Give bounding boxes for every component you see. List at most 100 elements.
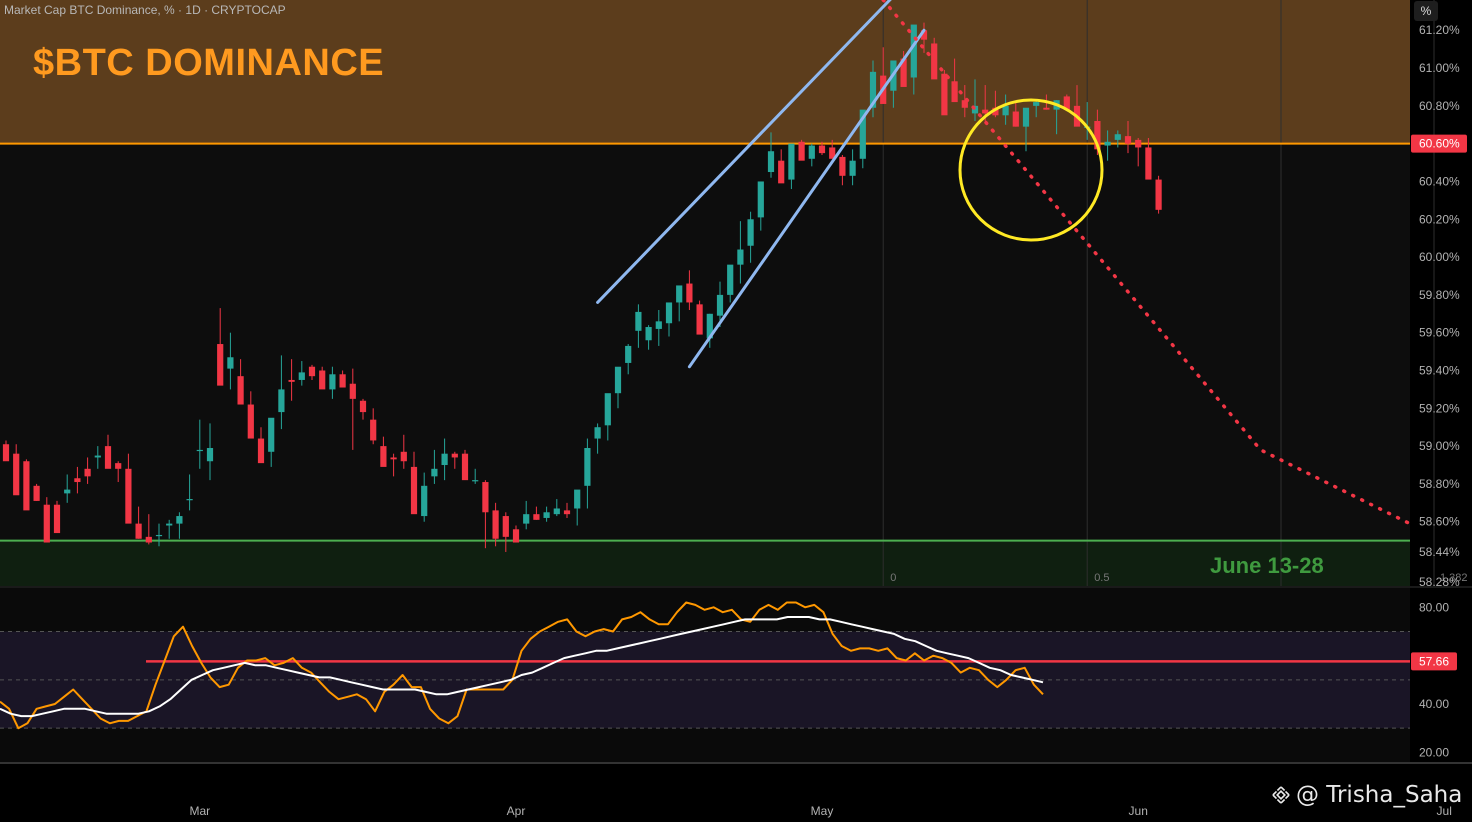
candle-body: [155, 534, 163, 537]
candle-body: [482, 482, 489, 513]
candle-body: [431, 468, 438, 477]
candle-body: [645, 327, 652, 341]
price-tick-label: 61.00%: [1419, 61, 1460, 75]
candle-body: [1012, 111, 1019, 127]
candle-body: [910, 24, 917, 78]
x-axis-label: May: [811, 804, 834, 818]
candle-body: [84, 468, 91, 477]
candle-body: [13, 453, 20, 496]
price-tick-label: 59.40%: [1419, 364, 1460, 378]
candle-body: [727, 264, 734, 295]
candle-body: [839, 156, 846, 176]
percent-scale-button[interactable]: %: [1414, 1, 1438, 21]
candle-body: [716, 294, 724, 316]
candle-body: [319, 370, 326, 390]
candle-body: [196, 449, 203, 452]
candle-body: [441, 453, 448, 466]
candle-body: [523, 514, 530, 524]
candle-body: [1043, 107, 1050, 110]
candle-body: [339, 374, 346, 388]
candle-body: [43, 504, 50, 543]
candle-body: [176, 516, 183, 524]
binance-logo-icon: [1272, 786, 1290, 804]
candle-body: [359, 400, 367, 413]
candle-body: [410, 466, 418, 515]
candle-body: [737, 249, 744, 265]
candle-body: [1022, 107, 1030, 127]
candle-body: [33, 485, 40, 501]
fib-label-1: 0.5: [1094, 572, 1109, 584]
resistance-price-label: 60.60%: [1419, 137, 1460, 151]
candle-body: [584, 448, 591, 486]
candle-body: [798, 141, 805, 161]
watermark: @ Trisha_Saha: [1272, 782, 1462, 808]
price-tick-label: 60.20%: [1419, 212, 1460, 226]
rsi-tick-label: 80.00: [1419, 600, 1449, 614]
projection-date-label: June 13-28: [1210, 553, 1324, 578]
candle-body: [74, 478, 81, 483]
price-tick-label: 59.80%: [1419, 288, 1460, 302]
candle-body: [247, 404, 254, 439]
candle-body: [237, 376, 244, 405]
candle-body: [1114, 134, 1121, 140]
candle-body: [747, 219, 754, 246]
candle-body: [390, 457, 397, 460]
candle-body: [104, 446, 112, 469]
candle-body: [64, 489, 71, 494]
candle-body: [288, 379, 295, 382]
price-tick-label: 60.00%: [1419, 250, 1460, 264]
price-tick-label: 58.44%: [1419, 545, 1460, 559]
price-tick-label: 59.60%: [1419, 326, 1460, 340]
candle-body: [533, 514, 540, 520]
candle-body: [298, 372, 305, 380]
price-tick-label: 59.20%: [1419, 401, 1460, 415]
candle-body: [380, 446, 387, 467]
rsi-tick-label: 40.00: [1419, 697, 1449, 711]
watermark-text: @ Trisha_Saha: [1296, 782, 1463, 808]
candle-body: [186, 499, 193, 501]
candle-body: [461, 453, 469, 481]
candle-body: [308, 366, 316, 377]
candle-body: [370, 419, 377, 441]
candle-body: [257, 438, 265, 464]
x-axis-label: Jun: [1129, 804, 1148, 818]
candle-body: [1135, 139, 1142, 148]
candle-body: [553, 508, 560, 515]
candle-body: [808, 145, 815, 159]
candle-body: [145, 536, 152, 543]
annotation-title: $BTC DOMINANCE: [33, 42, 385, 84]
candle-body: [574, 489, 581, 509]
candle-body: [94, 455, 101, 458]
candle-body: [492, 510, 499, 539]
candle-body: [696, 304, 703, 335]
candle-body: [329, 374, 336, 390]
price-tick-label: 60.80%: [1419, 99, 1460, 113]
price-tick-label: 58.80%: [1419, 477, 1460, 491]
price-tick-label: 59.00%: [1419, 439, 1460, 453]
candle-body: [604, 393, 611, 426]
symbol-header: Market Cap BTC Dominance, % · 1D · CRYPT…: [4, 3, 286, 17]
support-zone: [0, 540, 1410, 586]
candle-body: [757, 181, 764, 218]
fib-label-0: 0: [890, 572, 896, 584]
btc-dominance-chart[interactable]: 00.51.38261.20%61.00%60.80%60.60%60.40%6…: [0, 0, 1472, 822]
candle-body: [421, 485, 428, 517]
candle-body: [778, 160, 785, 184]
candle-body: [512, 529, 520, 543]
candle-body: [206, 448, 214, 462]
candle-body: [400, 451, 407, 462]
candle-body: [614, 366, 622, 394]
candle-body: [502, 516, 509, 537]
candle-body: [278, 389, 285, 413]
candle-body: [472, 480, 479, 482]
candle-body: [23, 461, 30, 511]
price-tick-label: 61.20%: [1419, 23, 1460, 37]
candle-body: [941, 73, 948, 116]
candle-body: [676, 285, 683, 303]
candle-body: [665, 302, 673, 324]
candle-body: [227, 357, 234, 369]
candle-body: [686, 283, 693, 303]
candle-body: [1124, 136, 1132, 144]
x-axis-label: Mar: [189, 804, 210, 818]
candle-body: [2, 444, 10, 462]
